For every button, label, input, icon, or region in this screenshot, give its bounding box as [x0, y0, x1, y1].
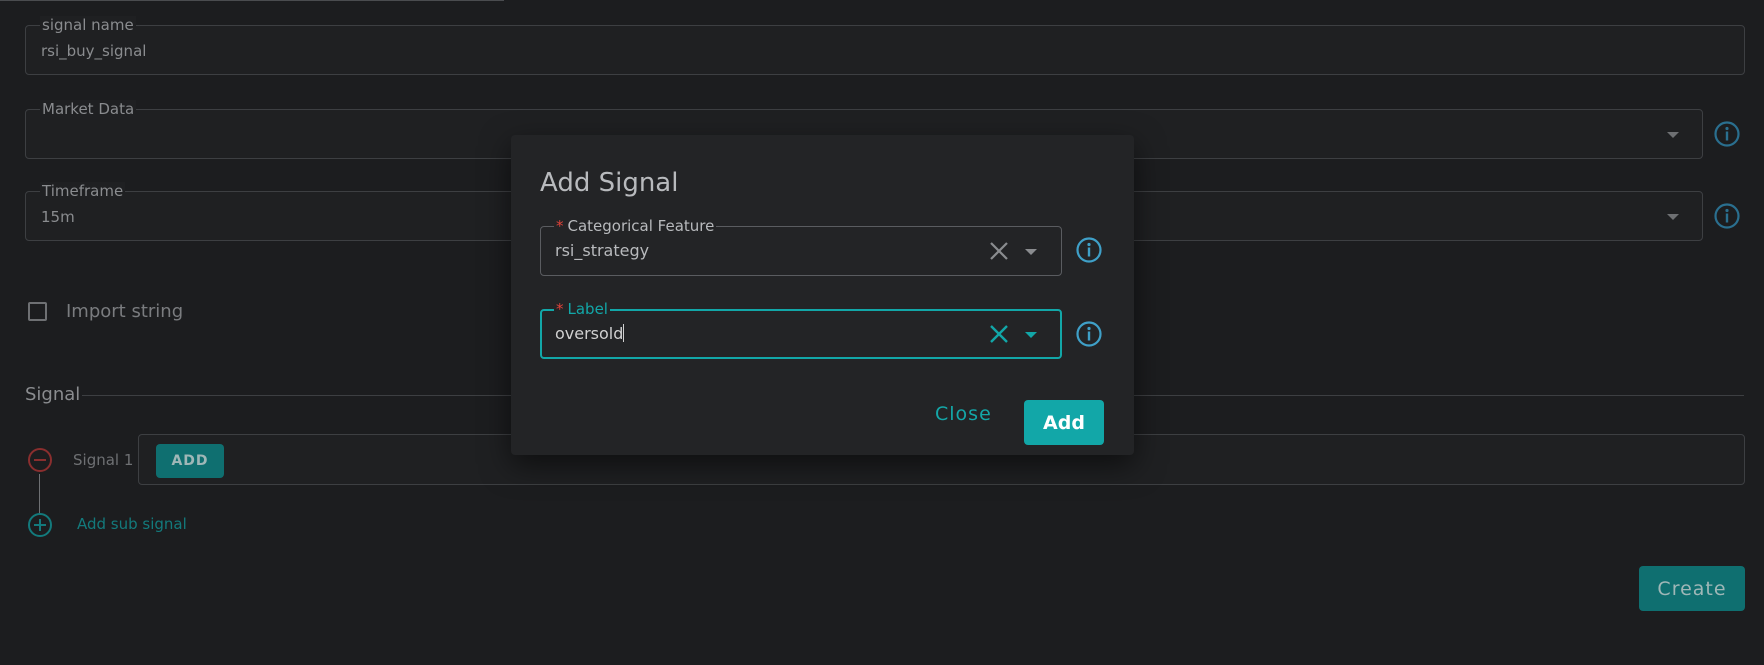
info-icon[interactable]: [1075, 236, 1103, 264]
categorical-feature-value: rsi_strategy: [555, 241, 650, 260]
close-icon[interactable]: [988, 323, 1010, 345]
dialog-title: Add Signal: [540, 168, 679, 198]
categorical-feature-select[interactable]: * Categorical Feature rsi_strategy: [540, 217, 1062, 276]
info-icon[interactable]: [1075, 320, 1103, 348]
timeframe-value: 15m: [41, 208, 75, 226]
add-signal-dialog: Add Signal * Categorical Feature rsi_stra…: [511, 135, 1134, 455]
required-mark: *: [556, 217, 564, 235]
info-icon[interactable]: [1713, 120, 1741, 148]
signal-add-button[interactable]: ADD: [156, 444, 224, 478]
categorical-feature-label-text: Categorical Feature: [567, 217, 715, 235]
categorical-feature-label: * Categorical Feature: [554, 217, 717, 235]
add-circle-icon[interactable]: [27, 512, 53, 538]
top-divider: [0, 0, 504, 1]
chevron-down-icon[interactable]: [1667, 214, 1679, 220]
label-field-label-text: Label: [567, 300, 608, 318]
signal-name-label: signal name: [40, 16, 136, 34]
signal-name-field[interactable]: signal name rsi_buy_signal: [25, 16, 1745, 75]
import-string-checkbox[interactable]: [28, 302, 47, 321]
info-icon[interactable]: [1713, 202, 1741, 230]
timeframe-label: Timeframe: [40, 182, 126, 200]
signal-1-label: Signal 1: [73, 451, 134, 469]
signal-connector: [39, 474, 40, 514]
close-button[interactable]: Close: [935, 403, 992, 425]
label-select[interactable]: * Label oversold: [540, 300, 1062, 359]
market-data-label: Market Data: [40, 100, 137, 118]
signal-section-title: Signal: [25, 384, 81, 405]
required-mark: *: [556, 300, 564, 318]
label-input[interactable]: oversold: [555, 324, 625, 343]
import-string-label: Import string: [66, 301, 184, 322]
chevron-down-icon[interactable]: [1025, 332, 1037, 338]
add-button[interactable]: Add: [1024, 400, 1104, 445]
label-field-label: * Label: [554, 300, 610, 318]
add-sub-signal-link[interactable]: Add sub signal: [77, 515, 187, 533]
text-cursor: [623, 324, 625, 342]
chevron-down-icon[interactable]: [1667, 132, 1679, 138]
create-button[interactable]: Create: [1639, 566, 1745, 611]
label-value: oversold: [555, 324, 624, 343]
remove-circle-icon[interactable]: [27, 447, 53, 473]
close-icon[interactable]: [988, 240, 1010, 262]
chevron-down-icon[interactable]: [1025, 249, 1037, 255]
signal-name-value: rsi_buy_signal: [41, 42, 147, 60]
